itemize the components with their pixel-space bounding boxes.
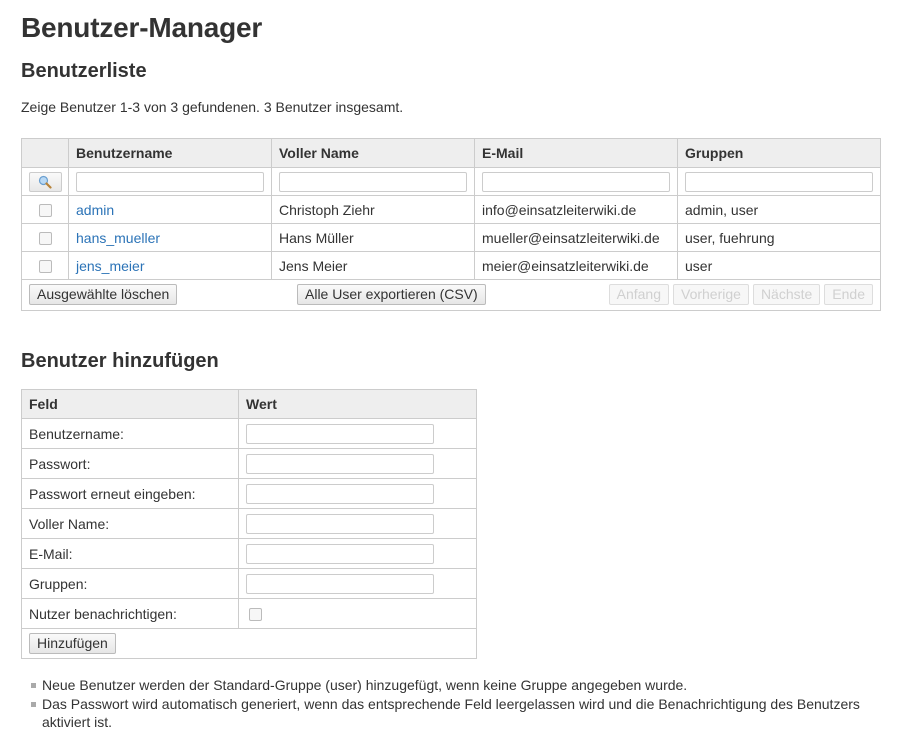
- table-row: hans_mueller Hans Müller mueller@einsatz…: [21, 223, 881, 252]
- form-row: Benutzername:: [21, 418, 477, 449]
- export-csv-button[interactable]: Alle User exportieren (CSV): [297, 284, 486, 305]
- fullname-input[interactable]: [246, 513, 434, 534]
- groups-cell: user, fuehrung: [677, 223, 881, 252]
- field-label: E-Mail:: [21, 538, 239, 569]
- user-table-header: Benutzername Voller Name E-Mail Gruppen: [21, 138, 881, 168]
- field-label: Passwort erneut eingeben:: [21, 478, 239, 509]
- form-row: Passwort:: [21, 448, 477, 479]
- notify-user-checkbox[interactable]: [249, 608, 262, 622]
- adduser-form: Feld Wert Benutzername: Passwort: Passwo…: [21, 389, 477, 659]
- email-cell: mueller@einsatzleiterwiki.de: [474, 223, 678, 252]
- userlist-heading: Benutzerliste: [21, 60, 147, 82]
- field-label: Passwort:: [21, 448, 239, 479]
- table-footer: Ausgewählte löschen Alle User exportiere…: [21, 279, 881, 311]
- filter-fullname-input[interactable]: [279, 171, 467, 192]
- email-input[interactable]: [246, 543, 434, 564]
- username-input[interactable]: [246, 423, 434, 444]
- fullname-cell: Jens Meier: [271, 251, 475, 280]
- userlist-summary: Zeige Benutzer 1-3 von 3 gefundenen. 3 B…: [21, 99, 404, 115]
- filter-username-input[interactable]: [76, 171, 264, 192]
- password-input[interactable]: [246, 453, 434, 474]
- pagination: Anfang Vorherige Nächste Ende: [608, 284, 873, 305]
- field-label: Gruppen:: [21, 568, 239, 599]
- email-cell: info@einsatzleiterwiki.de: [474, 195, 678, 224]
- table-row: admin Christoph Ziehr info@einsatzleiter…: [21, 195, 881, 224]
- help-notes: Neue Benutzer werden der Standard-Gruppe…: [21, 676, 891, 732]
- page-title: Benutzer-Manager: [21, 12, 263, 43]
- pager-first-button[interactable]: Anfang: [608, 284, 669, 305]
- search-button[interactable]: [28, 171, 62, 192]
- username-link[interactable]: admin: [76, 202, 114, 218]
- form-row: Gruppen:: [21, 568, 477, 599]
- username-link[interactable]: jens_meier: [76, 258, 144, 274]
- header-fullname: Voller Name: [271, 138, 475, 168]
- password-confirm-input[interactable]: [246, 483, 434, 504]
- pager-next-button[interactable]: Nächste: [752, 284, 821, 305]
- header-username: Benutzername: [68, 138, 272, 168]
- note-item: Neue Benutzer werden der Standard-Gruppe…: [21, 676, 891, 694]
- form-row: Nutzer benachrichtigen:: [21, 598, 477, 629]
- field-label: Benutzername:: [21, 418, 239, 449]
- note-item: Das Passwort wird automatisch generiert,…: [21, 695, 891, 731]
- username-link[interactable]: hans_mueller: [76, 230, 160, 246]
- email-cell: meier@einsatzleiterwiki.de: [474, 251, 678, 280]
- row-select-checkbox[interactable]: [38, 204, 52, 218]
- header-groups: Gruppen: [677, 138, 881, 168]
- groups-cell: user: [677, 251, 881, 280]
- header-select: [21, 138, 69, 168]
- form-row: Voller Name:: [21, 508, 477, 539]
- filter-email-input[interactable]: [482, 171, 670, 192]
- pager-prev-button[interactable]: Vorherige: [673, 284, 749, 305]
- row-select-checkbox[interactable]: [38, 260, 52, 274]
- filter-groups-input[interactable]: [685, 171, 873, 192]
- magnifier-icon: [38, 175, 52, 189]
- form-row: E-Mail:: [21, 538, 477, 569]
- groups-cell: admin, user: [677, 195, 881, 224]
- header-email: E-Mail: [474, 138, 678, 168]
- groups-input[interactable]: [246, 573, 434, 594]
- row-select-checkbox[interactable]: [38, 232, 52, 246]
- bullet-icon: [31, 702, 36, 707]
- bullet-icon: [31, 683, 36, 688]
- fullname-cell: Hans Müller: [271, 223, 475, 252]
- add-user-button[interactable]: Hinzufügen: [29, 633, 116, 654]
- fullname-cell: Christoph Ziehr: [271, 195, 475, 224]
- filter-row: [21, 167, 881, 196]
- user-table: Benutzername Voller Name E-Mail Gruppen: [21, 138, 881, 311]
- delete-selected-button[interactable]: Ausgewählte löschen: [29, 284, 178, 305]
- header-value: Wert: [238, 389, 477, 419]
- field-label: Nutzer benachrichtigen:: [21, 598, 239, 629]
- adduser-heading: Benutzer hinzufügen: [21, 350, 219, 372]
- field-label: Voller Name:: [21, 508, 239, 539]
- form-row: Passwort erneut eingeben:: [21, 478, 477, 509]
- table-row: jens_meier Jens Meier meier@einsatzleite…: [21, 251, 881, 280]
- pager-last-button[interactable]: Ende: [824, 284, 873, 305]
- header-field: Feld: [21, 389, 239, 419]
